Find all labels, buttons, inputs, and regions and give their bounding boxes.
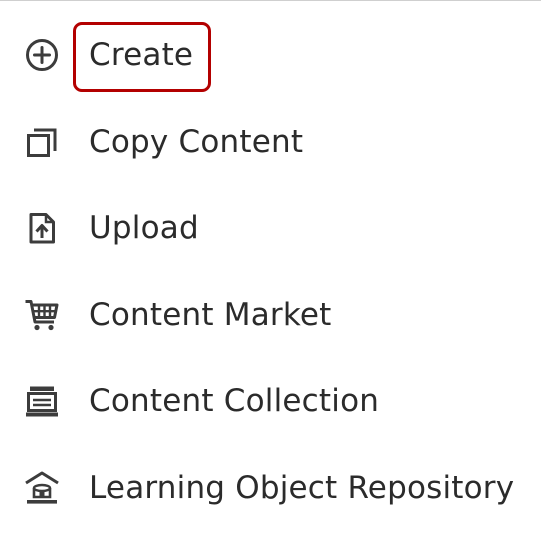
repository-icon xyxy=(22,468,62,508)
menu-item-upload[interactable]: Upload xyxy=(0,192,541,264)
menu-item-create[interactable]: Create xyxy=(0,19,541,91)
upload-file-icon xyxy=(22,208,62,248)
menu-item-copy-content[interactable]: Copy Content xyxy=(0,106,541,178)
collection-icon xyxy=(22,381,62,421)
plus-circle-icon xyxy=(22,35,62,75)
menu-item-label: Content Market xyxy=(89,297,332,333)
cart-icon xyxy=(22,295,62,335)
menu-item-label: Content Collection xyxy=(89,383,380,419)
menu-item-label: Create xyxy=(89,37,194,73)
menu-item-label: Copy Content xyxy=(89,124,304,160)
menu-item-content-market[interactable]: Content Market xyxy=(0,279,541,351)
menu-item-content-collection[interactable]: Content Collection xyxy=(0,365,541,437)
copy-icon xyxy=(22,122,62,162)
menu-item-label: Learning Object Repository xyxy=(89,470,515,506)
add-content-menu: Create Copy Content Upload Content Marke… xyxy=(0,0,541,544)
menu-item-learning-object-repository[interactable]: Learning Object Repository xyxy=(0,452,541,524)
menu-item-label: Upload xyxy=(89,210,199,246)
